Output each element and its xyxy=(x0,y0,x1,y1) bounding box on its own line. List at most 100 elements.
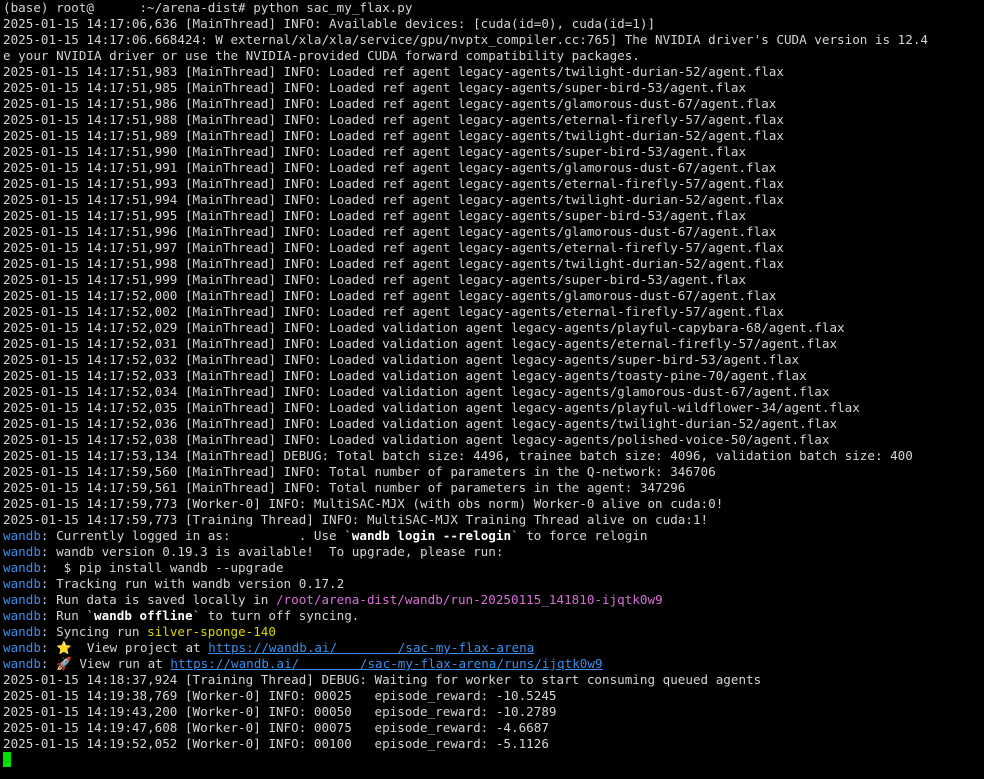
line-text: : Run ` xyxy=(40,608,94,623)
terminal-line: 2025-01-15 14:17:52,035 [MainThread] INF… xyxy=(3,400,983,416)
line-text: 2025-01-15 14:19:38,769 [Worker-0] INFO:… xyxy=(3,688,557,703)
line-text: 2025-01-15 14:17:51,995 [MainThread] INF… xyxy=(3,208,747,223)
terminal-line: (base) root@ :~/arena-dist# python sac_m… xyxy=(3,0,983,16)
terminal-window[interactable]: (base) root@ :~/arena-dist# python sac_m… xyxy=(3,0,983,779)
line-text: 2025-01-15 14:19:52,052 [Worker-0] INFO:… xyxy=(3,736,549,751)
terminal-line: wandb: Run `wandb offline` to turn off s… xyxy=(3,608,983,624)
line-text: 2025-01-15 14:17:53,134 [MainThread] DEB… xyxy=(3,448,913,463)
line-text: 2025-01-15 14:17:59,773 [Training Thread… xyxy=(3,512,709,527)
line-text: 2025-01-15 14:17:06,636 [MainThread] INF… xyxy=(3,16,656,31)
terminal-line: 2025-01-15 14:17:52,038 [MainThread] INF… xyxy=(3,432,983,448)
terminal-line: wandb: $ pip install wandb --upgrade xyxy=(3,560,983,576)
terminal-line: 2025-01-15 14:17:51,997 [MainThread] INF… xyxy=(3,240,983,256)
terminal-line: 2025-01-15 14:17:52,034 [MainThread] INF… xyxy=(3,384,983,400)
terminal-line: 2025-01-15 14:17:51,985 [MainThread] INF… xyxy=(3,80,983,96)
terminal-line: 2025-01-15 14:17:06.668424: W external/x… xyxy=(3,32,983,48)
line-text: : Run data is saved locally in xyxy=(40,592,276,607)
wandb-prefix: wandb xyxy=(3,624,41,639)
wandb-prefix: wandb xyxy=(3,640,41,655)
line-text: 2025-01-15 14:17:52,038 [MainThread] INF… xyxy=(3,432,830,447)
line-text: 2025-01-15 14:17:51,997 [MainThread] INF… xyxy=(3,240,784,255)
line-text: silver-sponge-140 xyxy=(147,624,276,639)
line-text: ` to turn off syncing. xyxy=(192,608,360,623)
line-text: 2025-01-15 14:17:51,994 [MainThread] INF… xyxy=(3,192,784,207)
terminal-line: 2025-01-15 14:17:51,999 [MainThread] INF… xyxy=(3,272,983,288)
line-text: 2025-01-15 14:19:47,608 [Worker-0] INFO:… xyxy=(3,720,549,735)
terminal-line: 2025-01-15 14:17:51,988 [MainThread] INF… xyxy=(3,112,983,128)
terminal-line: 2025-01-15 14:17:51,995 [MainThread] INF… xyxy=(3,208,983,224)
terminal-line: 2025-01-15 14:17:59,773 [Training Thread… xyxy=(3,512,983,528)
line-text: 2025-01-15 14:17:51,989 [MainThread] INF… xyxy=(3,128,784,143)
terminal-line: 2025-01-15 14:17:51,986 [MainThread] INF… xyxy=(3,96,983,112)
terminal-line: wandb: Tracking run with wandb version 0… xyxy=(3,576,983,592)
wandb-prefix: wandb xyxy=(3,528,41,543)
wandb-prefix: wandb xyxy=(3,592,41,607)
terminal-line: 2025-01-15 14:19:43,200 [Worker-0] INFO:… xyxy=(3,704,983,720)
line-text: 2025-01-15 14:17:51,986 [MainThread] INF… xyxy=(3,96,777,111)
terminal-line: wandb: Currently logged in as: . Use `wa… xyxy=(3,528,983,544)
line-text: 2025-01-15 14:17:52,034 [MainThread] INF… xyxy=(3,384,830,399)
line-text: 2025-01-15 14:17:51,990 [MainThread] INF… xyxy=(3,144,747,159)
line-text: 2025-01-15 14:17:51,988 [MainThread] INF… xyxy=(3,112,784,127)
line-text: 2025-01-15 14:17:52,035 [MainThread] INF… xyxy=(3,400,860,415)
terminal-line: e your NVIDIA driver or use the NVIDIA-p… xyxy=(3,48,983,64)
line-text: e your NVIDIA driver or use the NVIDIA-p… xyxy=(3,48,640,63)
terminal-line: 2025-01-15 14:17:59,561 [MainThread] INF… xyxy=(3,480,983,496)
line-text: 2025-01-15 14:17:52,000 [MainThread] INF… xyxy=(3,288,777,303)
wandb-prefix: wandb xyxy=(3,656,41,671)
wandb-prefix: wandb xyxy=(3,608,41,623)
line-text: : Syncing run xyxy=(40,624,148,639)
line-text: 2025-01-15 14:17:51,983 [MainThread] INF… xyxy=(3,64,784,79)
terminal-line: wandb: wandb version 0.19.3 is available… xyxy=(3,544,983,560)
line-text: 2025-01-15 14:17:52,031 [MainThread] INF… xyxy=(3,336,838,351)
line-text: 2025-01-15 14:17:52,036 [MainThread] INF… xyxy=(3,416,838,431)
line-text: 2025-01-15 14:17:52,002 [MainThread] INF… xyxy=(3,304,784,319)
terminal-line: 2025-01-15 14:19:52,052 [Worker-0] INFO:… xyxy=(3,736,983,752)
line-text: 2025-01-15 14:17:51,993 [MainThread] INF… xyxy=(3,176,784,191)
line-text: : ⭐ View project at xyxy=(40,640,209,655)
line-text: 2025-01-15 14:17:51,991 [MainThread] INF… xyxy=(3,160,777,175)
terminal-line: 2025-01-15 14:17:52,032 [MainThread] INF… xyxy=(3,352,983,368)
line-text: 2025-01-15 14:17:59,773 [Worker-0] INFO:… xyxy=(3,496,724,511)
terminal-line: 2025-01-15 14:17:06,636 [MainThread] INF… xyxy=(3,16,983,32)
terminal-line: 2025-01-15 14:17:51,990 [MainThread] INF… xyxy=(3,144,983,160)
terminal-line: 2025-01-15 14:19:47,608 [Worker-0] INFO:… xyxy=(3,720,983,736)
terminal-line: 2025-01-15 14:17:52,002 [MainThread] INF… xyxy=(3,304,983,320)
terminal-line: 2025-01-15 14:17:52,033 [MainThread] INF… xyxy=(3,368,983,384)
terminal-line: 2025-01-15 14:17:51,991 [MainThread] INF… xyxy=(3,160,983,176)
terminal-line: wandb: 🚀 View run at https://wandb.ai/ /… xyxy=(3,656,983,672)
terminal-line: 2025-01-15 14:17:52,036 [MainThread] INF… xyxy=(3,416,983,432)
terminal-line: 2025-01-15 14:17:51,983 [MainThread] INF… xyxy=(3,64,983,80)
line-text: : $ pip install wandb --upgrade xyxy=(40,560,284,575)
line-text: 2025-01-15 14:17:52,033 [MainThread] INF… xyxy=(3,368,807,383)
terminal-line: 2025-01-15 14:17:51,989 [MainThread] INF… xyxy=(3,128,983,144)
terminal-line: 2025-01-15 14:17:52,031 [MainThread] INF… xyxy=(3,336,983,352)
line-text: 2025-01-15 14:18:37,924 [Training Thread… xyxy=(3,672,762,687)
line-text: 2025-01-15 14:17:51,985 [MainThread] INF… xyxy=(3,80,747,95)
line-text: wandb login --relogin xyxy=(351,528,512,543)
line-text: : 🚀 View run at xyxy=(40,656,171,671)
terminal-line: 2025-01-15 14:18:37,924 [Training Thread… xyxy=(3,672,983,688)
terminal-line: 2025-01-15 14:17:52,029 [MainThread] INF… xyxy=(3,320,983,336)
terminal-line: 2025-01-15 14:17:51,998 [MainThread] INF… xyxy=(3,256,983,272)
wandb-link[interactable]: https://wandb.ai/ /sac-my-flax-arena/run… xyxy=(170,656,602,671)
terminal-output: (base) root@ :~/arena-dist# python sac_m… xyxy=(3,0,983,752)
terminal-line: 2025-01-15 14:17:51,993 [MainThread] INF… xyxy=(3,176,983,192)
line-text: 2025-01-15 14:17:59,560 [MainThread] INF… xyxy=(3,464,716,479)
terminal-line: 2025-01-15 14:17:59,560 [MainThread] INF… xyxy=(3,464,983,480)
prompt-line[interactable] xyxy=(3,752,983,768)
line-text: (base) root@ :~/arena-dist# python sac_m… xyxy=(3,0,413,15)
line-text: 2025-01-15 14:17:51,996 [MainThread] INF… xyxy=(3,224,777,239)
terminal-line: 2025-01-15 14:19:38,769 [Worker-0] INFO:… xyxy=(3,688,983,704)
terminal-line: 2025-01-15 14:17:59,773 [Worker-0] INFO:… xyxy=(3,496,983,512)
terminal-line: wandb: ⭐ View project at https://wandb.a… xyxy=(3,640,983,656)
line-text: : wandb version 0.19.3 is available! To … xyxy=(40,544,504,559)
line-text: /root/arena-dist/wandb/run-20250115_1418… xyxy=(275,592,663,607)
wandb-link[interactable]: https://wandb.ai/ /sac-my-flax-arena xyxy=(208,640,534,655)
line-text: 2025-01-15 14:19:43,200 [Worker-0] INFO:… xyxy=(3,704,557,719)
line-text: 2025-01-15 14:17:52,032 [MainThread] INF… xyxy=(3,352,800,367)
line-text: : Currently logged in as: . Use ` xyxy=(40,528,352,543)
terminal-line: 2025-01-15 14:17:51,994 [MainThread] INF… xyxy=(3,192,983,208)
line-text: 2025-01-15 14:17:59,561 [MainThread] INF… xyxy=(3,480,686,495)
line-text: ` to force relogin xyxy=(511,528,648,543)
